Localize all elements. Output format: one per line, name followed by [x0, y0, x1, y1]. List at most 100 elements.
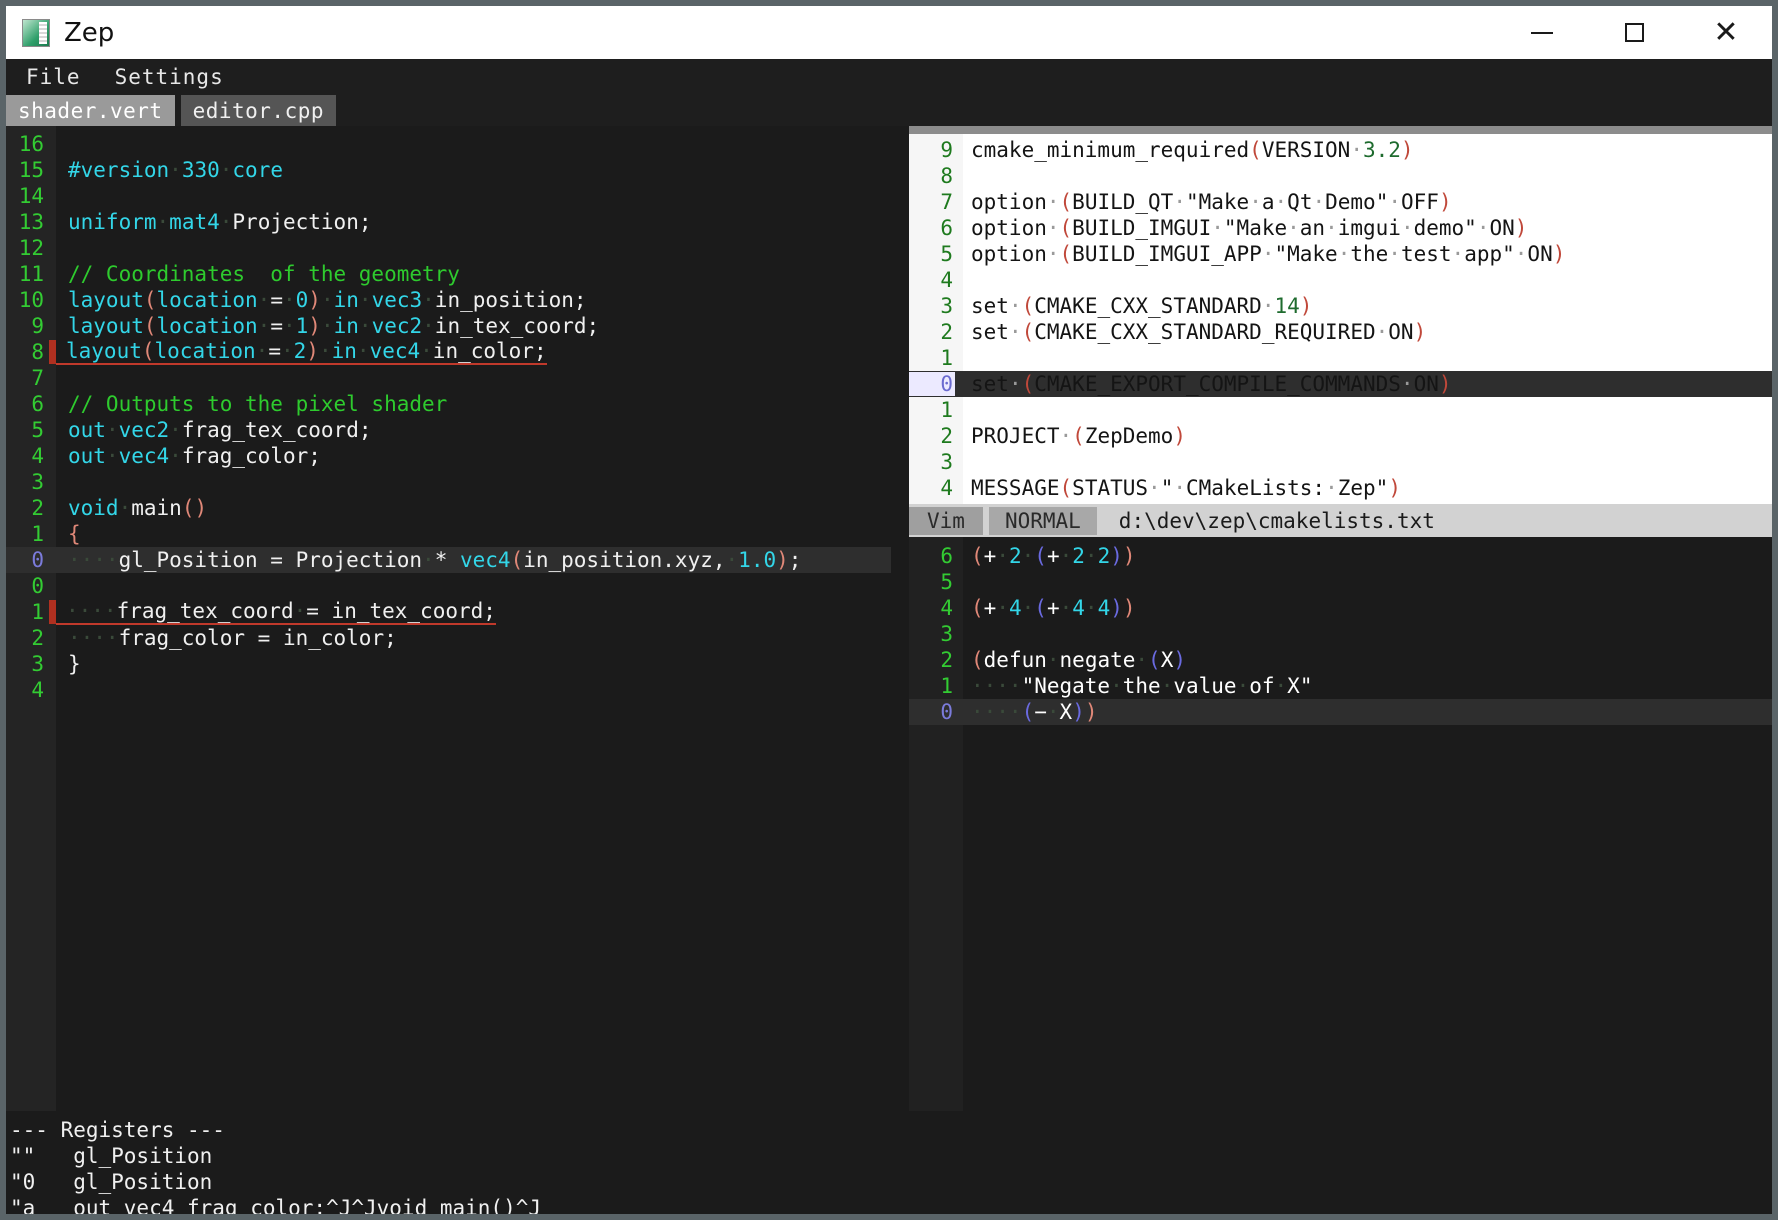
code-line[interactable]: 4 — [909, 267, 1772, 293]
code-line[interactable]: 1 ····"Negate·the·value·of·X" — [909, 673, 1772, 699]
line-marker-slot — [46, 470, 58, 494]
code-line[interactable]: 8 layout(location·=·2)·in·vec4·in_color; — [6, 339, 891, 365]
line-marker-slot — [46, 184, 58, 208]
code-line[interactable]: 1 ····frag_tex_coord·= in_tex_coord; — [6, 599, 891, 625]
code-line[interactable]: 9 layout(location·=·1)·in·vec2·in_tex_coo… — [6, 313, 891, 339]
code-line[interactable]: 1 — [909, 345, 1772, 371]
code-line[interactable]: 4 — [6, 677, 891, 703]
line-number: 7 — [31, 366, 44, 390]
line-number: 1 — [31, 600, 44, 624]
tab-editor-cpp[interactable]: editor.cpp — [180, 95, 337, 126]
line-number: 8 — [31, 340, 44, 364]
code-text: ····(−·X)) — [971, 700, 1098, 724]
code-line[interactable]: 0 ····gl_Position = Projection·* vec4(in_… — [6, 547, 891, 573]
code-line[interactable]: 0 ····(−·X)) — [909, 699, 1772, 725]
line-number: 9 — [940, 138, 953, 162]
cmakelists-editor-pane[interactable]: 9 cmake_minimum_required(VERSION·3.2) 8 7 op… — [909, 126, 1772, 504]
line-marker-slot — [46, 496, 58, 520]
line-number: 4 — [940, 476, 953, 500]
code-line[interactable]: 2 set·(CMAKE_CXX_STANDARD_REQUIRED·ON) — [909, 319, 1772, 345]
code-line[interactable]: 2 ····frag_color = in_color; — [6, 625, 891, 651]
cmake-status-vim-chip: Vim — [909, 506, 983, 535]
window-controls: ✕ — [1496, 6, 1772, 59]
line-number: 16 — [18, 132, 44, 156]
line-number: 15 — [18, 158, 44, 182]
title-bar: Zep ✕ — [6, 6, 1772, 59]
code-line[interactable]: 3 — [909, 449, 1772, 475]
code-line[interactable]: 4 (+·4·(+·4·4)) — [909, 595, 1772, 621]
code-line[interactable]: 12 — [6, 235, 891, 261]
code-line[interactable]: 2 void·main() — [6, 495, 891, 521]
line-number: 3 — [940, 450, 953, 474]
menu-item-settings[interactable]: Settings — [115, 65, 224, 89]
shader-vert-editor-pane[interactable]: 16 15 #version·330·core 14 13 uniform·mat4·Pr… — [6, 126, 891, 1111]
line-number: 12 — [18, 236, 44, 260]
zep-application-window: Zep ✕ File Settings shader.vert editor.c… — [0, 0, 1778, 1220]
code-text: void·main() — [68, 496, 208, 520]
maximize-icon[interactable] — [1588, 6, 1680, 59]
code-line[interactable]: 0 set·(CMAKE_EXPORT_COMPILE_COMMANDS·ON) — [909, 371, 1772, 397]
code-text: cmake_minimum_required(VERSION·3.2) — [971, 138, 1414, 162]
close-icon[interactable]: ✕ — [1680, 6, 1772, 59]
code-line[interactable]: 11 // Coordinates of the geometry — [6, 261, 891, 287]
minimize-icon[interactable] — [1496, 6, 1588, 59]
cmake-pane-topbar — [909, 126, 1772, 134]
code-line[interactable]: 7 option·(BUILD_QT·"Make·a·Qt·Demo"·OFF) — [909, 189, 1772, 215]
test-lsp-editor-pane[interactable]: 6 (+·2·(+·2·2)) 5 4 (+·4·(+·4·4)) 3 2 (defun·ne… — [909, 537, 1772, 1111]
code-line[interactable]: 3} — [6, 651, 891, 677]
code-line[interactable]: 6 (+·2·(+·2·2)) — [909, 543, 1772, 569]
code-line[interactable]: 13 uniform·mat4·Projection; — [6, 209, 891, 235]
code-line[interactable]: 6 // Outputs to the pixel shader — [6, 391, 891, 417]
code-line[interactable]: 7 — [6, 365, 891, 391]
line-number: 5 — [940, 570, 953, 594]
code-line[interactable]: 10 layout(location·=·0)·in·vec3·in_positi… — [6, 287, 891, 313]
editor-workspace: 16 15 #version·330·core 14 13 uniform·mat4·Pr… — [6, 126, 1772, 1214]
line-number: 9 — [31, 314, 44, 338]
line-marker-slot — [46, 418, 58, 442]
code-line[interactable]: 5 option·(BUILD_IMGUI_APP·"Make·the·test·… — [909, 241, 1772, 267]
code-line[interactable]: 2 PROJECT·(ZepDemo) — [909, 423, 1772, 449]
code-line[interactable]: 6 option·(BUILD_IMGUI·"Make·an·imgui·demo… — [909, 215, 1772, 241]
line-marker-slot — [46, 262, 58, 286]
code-line[interactable]: 16 — [6, 131, 891, 157]
code-line[interactable]: 3 — [909, 621, 1772, 647]
code-line[interactable]: 4 MESSAGE(STATUS·"·CMakeLists:·Zep") — [909, 475, 1772, 501]
code-line[interactable]: 14 — [6, 183, 891, 209]
code-line[interactable]: 15 #version·330·core — [6, 157, 891, 183]
window-title: Zep — [64, 17, 115, 48]
line-marker-slot — [46, 210, 58, 234]
code-line[interactable]: 4 out·vec4·frag_color; — [6, 443, 891, 469]
line-marker-slot — [46, 366, 58, 390]
code-line[interactable]: 1{ — [6, 521, 891, 547]
code-text: // Coordinates of the geometry — [68, 262, 460, 286]
tab-shader-vert[interactable]: shader.vert — [6, 95, 175, 126]
code-text: option·(BUILD_IMGUI_APP·"Make·the·test·a… — [971, 242, 1566, 266]
code-line[interactable]: 9 cmake_minimum_required(VERSION·3.2) — [909, 137, 1772, 163]
pane-divider[interactable] — [891, 126, 909, 1111]
register-entry: "" gl_Position — [10, 1144, 213, 1168]
cmake-code-lines: 9 cmake_minimum_required(VERSION·3.2) 8 7 op… — [909, 137, 1772, 504]
code-line[interactable]: 1 — [909, 397, 1772, 423]
line-number: 8 — [940, 164, 953, 188]
line-number: 1 — [940, 674, 953, 698]
error-marker-icon — [49, 600, 56, 624]
line-number: 2 — [940, 320, 953, 344]
line-number: 4 — [31, 678, 44, 702]
code-line[interactable]: 3 set·(CMAKE_CXX_STANDARD·14) — [909, 293, 1772, 319]
line-marker-slot — [46, 288, 58, 312]
line-number: 0 — [909, 372, 955, 396]
code-line[interactable]: 5 — [909, 569, 1772, 595]
menu-item-file[interactable]: File — [26, 65, 81, 89]
line-number: 6 — [31, 392, 44, 416]
line-number: 1 — [940, 398, 953, 422]
line-number: 2 — [31, 626, 44, 650]
code-line[interactable]: 5 out·vec2·frag_tex_coord; — [6, 417, 891, 443]
code-line[interactable]: 3 — [6, 469, 891, 495]
line-number: 5 — [31, 418, 44, 442]
code-line[interactable]: 0 — [6, 573, 891, 599]
code-text: ····frag_tex_coord·= in_tex_coord; — [56, 599, 496, 625]
line-marker-slot — [46, 652, 58, 676]
code-line[interactable]: 8 — [909, 163, 1772, 189]
code-line[interactable]: 2 (defun·negate·(X) — [909, 647, 1772, 673]
app-window-icon — [22, 18, 50, 47]
